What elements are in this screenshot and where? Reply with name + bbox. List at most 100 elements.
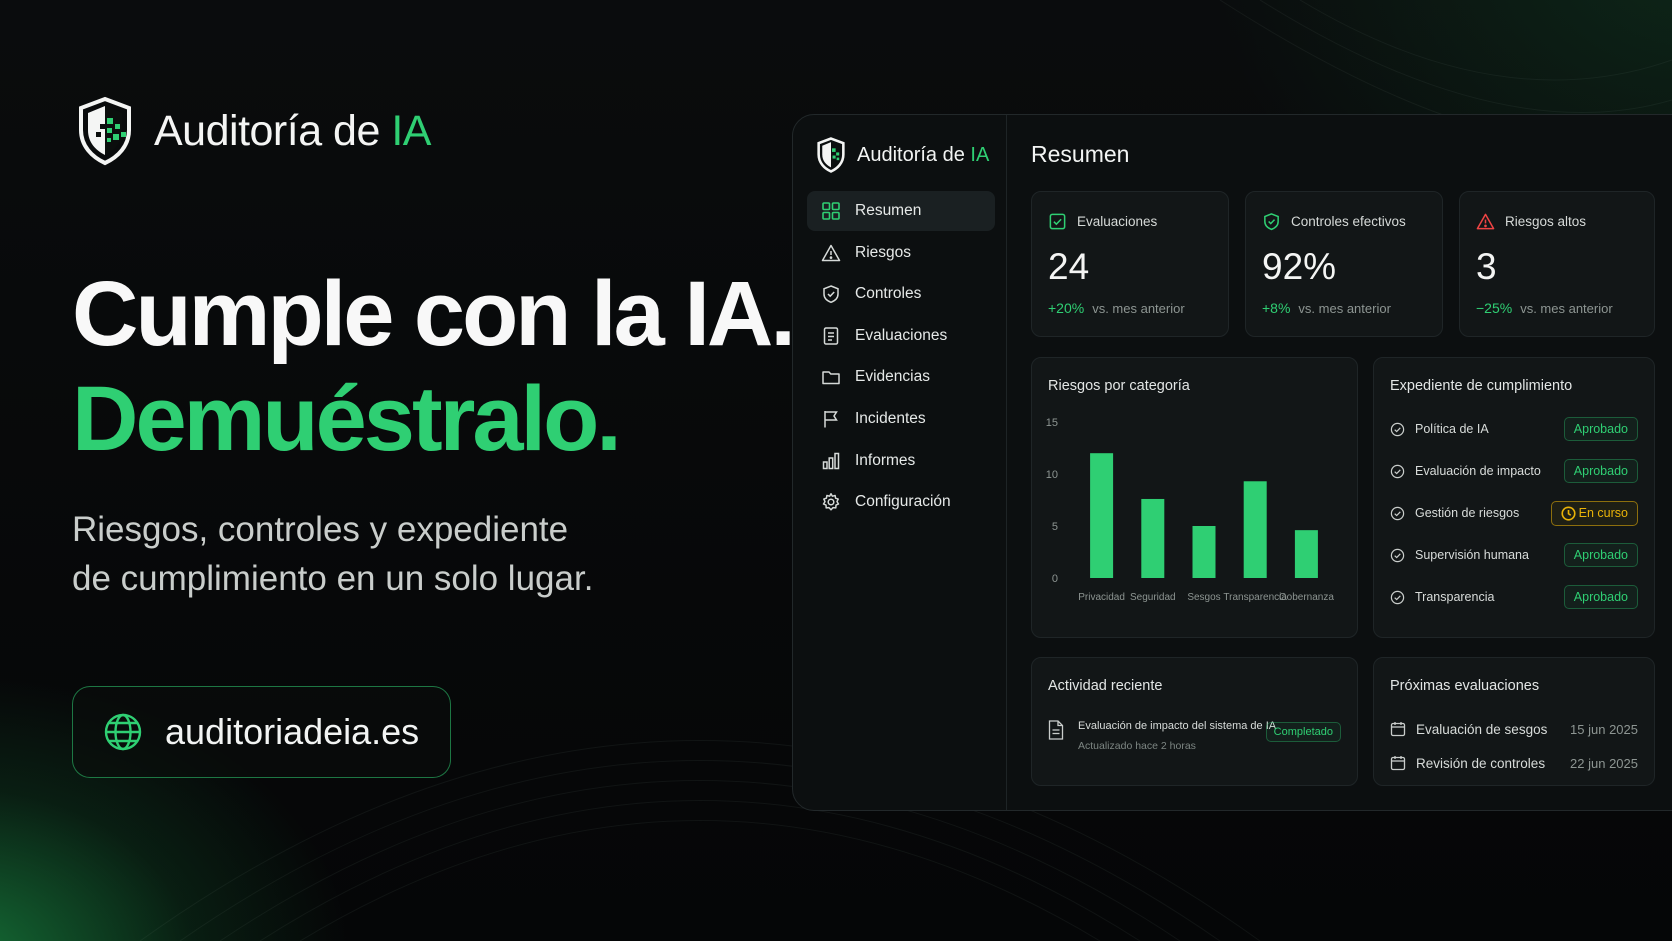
activity-card: Actividad reciente Evaluación de impacto… (1031, 657, 1358, 786)
sidebar-brand-name: Auditoría de IA (857, 143, 990, 166)
sidebar: Auditoría de IA Resumen Riesgos Controle… (793, 115, 1007, 810)
sidebar-item-controles[interactable]: Controles (807, 274, 995, 314)
sidebar-item-configuracion[interactable]: Configuración (807, 482, 995, 522)
chart-bar[interactable] (1090, 453, 1114, 578)
hero-logo: Auditoría de IA (78, 96, 431, 166)
expediente-item[interactable]: Gestión de riesgos En curso (1390, 500, 1638, 526)
x-tick-label: Privacidad (1078, 592, 1125, 603)
check-circle-icon (1390, 506, 1405, 520)
kpi-controles-efectivos[interactable]: Controles efectivos 92% +8% vs. mes anter… (1245, 191, 1443, 337)
expediente-item-label: Gestión de riesgos (1415, 506, 1520, 520)
shield-logo-icon (79, 96, 131, 166)
status-badge: Completado (1265, 722, 1341, 742)
activity-item-time: Actualizado hace 2 horas (1078, 740, 1196, 752)
upcoming-title: Próximas evaluaciones (1390, 678, 1540, 694)
activity-item[interactable]: Evaluación de impacto del sistema de IA … (1048, 720, 1341, 760)
sidebar-item-resumen[interactable]: Resumen (807, 191, 995, 231)
check-circle-icon (1390, 464, 1405, 478)
app-window: Auditoría de IA Resumen Riesgos Controle… (792, 114, 1672, 811)
expediente-item-label: Política de IA (1415, 422, 1489, 436)
chart-bar[interactable] (1243, 481, 1267, 578)
kpi-label: Riesgos altos (1505, 214, 1587, 229)
status-badge: Aprobado (1563, 417, 1638, 441)
sidebar-item-label: Riesgos (855, 243, 911, 261)
sidebar-item-evidencias[interactable]: Evidencias (807, 357, 995, 397)
checkbox-icon (1049, 213, 1066, 230)
risk-bar-chart: 0 5 10 15 Privacidad Seguridad Sesgos Transpare… (1046, 417, 1335, 603)
sidebar-item-label: Incidentes (855, 409, 926, 427)
y-tick-label: 15 (1046, 417, 1058, 429)
check-circle-icon (1390, 548, 1405, 562)
folder-icon (822, 371, 840, 385)
risk-chart-card: Riesgos por categoría 0 5 10 15 Privacidad Se… (1031, 357, 1358, 638)
kpi-delta: +20% vs. mes anterior (1048, 300, 1185, 316)
gear-icon (822, 493, 840, 511)
expediente-item[interactable]: Política de IA Aprobado (1390, 416, 1638, 442)
activity-title: Actividad reciente (1048, 678, 1163, 694)
upcoming-item[interactable]: Revisión de controles 22 jun 2025 (1390, 752, 1638, 774)
status-badge: Aprobado (1563, 543, 1638, 567)
status-badge: Aprobado (1563, 459, 1638, 483)
y-tick-label: 10 (1046, 469, 1058, 481)
sidebar-item-label: Resumen (855, 202, 922, 219)
website-link[interactable]: auditoriadeia.es (72, 686, 451, 778)
grid-icon (822, 202, 840, 220)
hero-title: Cumple con la IA. (72, 263, 796, 365)
x-tick-label: Sesgos (1187, 592, 1220, 603)
expediente-item-label: Supervisión humana (1415, 548, 1529, 562)
sidebar-item-label: Evidencias (855, 368, 930, 386)
expediente-item[interactable]: Supervisión humana Aprobado (1390, 542, 1638, 568)
sidebar-item-label: Configuración (855, 493, 951, 511)
expediente-item-label: Transparencia (1415, 590, 1495, 604)
calendar-icon (1390, 756, 1406, 771)
expediente-card: Expediente de cumplimiento Política de I… (1373, 357, 1655, 638)
activity-item-title: Evaluación de impacto del sistema de IA (1078, 720, 1277, 732)
sidebar-logo[interactable]: Auditoría de IA (817, 137, 989, 173)
sidebar-item-evaluaciones[interactable]: Evaluaciones (807, 316, 995, 356)
kpi-evaluaciones[interactable]: Evaluaciones 24 +20% vs. mes anterior (1031, 191, 1229, 337)
kpi-header: Riesgos altos (1476, 212, 1586, 231)
sidebar-item-label: Informes (855, 451, 916, 469)
check-circle-icon (1390, 422, 1405, 436)
sidebar-item-informes[interactable]: Informes (807, 441, 995, 481)
hero-title-accent: Demuéstralo. (72, 368, 622, 470)
upcoming-item-label: Revisión de controles (1416, 755, 1546, 771)
kpi-header: Evaluaciones (1048, 212, 1157, 231)
kpi-riesgos-altos[interactable]: Riesgos altos 3 −25% vs. mes anterior (1459, 191, 1655, 337)
chart-bar[interactable] (1141, 498, 1165, 578)
warning-icon (821, 244, 841, 261)
kpi-value: 92% (1262, 246, 1337, 287)
sidebar-item-label: Evaluaciones (855, 326, 948, 344)
upcoming-item-date: 22 jun 2025 (1570, 755, 1638, 771)
kpi-delta: +8% vs. mes anterior (1262, 300, 1391, 316)
status-badge: Aprobado (1563, 585, 1638, 609)
kpi-delta: −25% vs. mes anterior (1476, 300, 1613, 316)
shield-check-icon (823, 285, 839, 304)
kpi-value: 24 (1048, 246, 1090, 287)
sidebar-nav: Resumen Riesgos Controles Evaluaciones E… (807, 191, 995, 524)
flag-icon (824, 410, 838, 428)
kpi-value: 3 (1476, 246, 1497, 287)
document-icon (1048, 720, 1064, 740)
globe-icon (104, 713, 142, 751)
shield-check-icon (1264, 213, 1279, 231)
chart-bar[interactable] (1192, 526, 1216, 578)
chart-bar[interactable] (1294, 530, 1318, 578)
hero-subtitle: Riesgos, controles y expediente de cumpl… (72, 510, 594, 598)
kpi-label: Controles efectivos (1291, 214, 1406, 229)
hero-brand-name: Auditoría de IA (154, 106, 431, 155)
upcoming-card: Próximas evaluaciones Evaluación de sesg… (1373, 657, 1655, 786)
kpi-label: Evaluaciones (1077, 214, 1158, 229)
upcoming-item-date: 15 jun 2025 (1570, 721, 1638, 737)
expediente-item-label: Evaluación de impacto (1415, 464, 1541, 478)
upcoming-item[interactable]: Evaluación de sesgos 15 jun 2025 (1390, 718, 1638, 740)
document-icon (823, 327, 839, 345)
bar-chart-icon (822, 452, 840, 469)
y-tick-label: 5 (1052, 521, 1058, 533)
sidebar-item-riesgos[interactable]: Riesgos (807, 233, 995, 273)
shield-logo-icon (817, 137, 845, 173)
sidebar-item-incidentes[interactable]: Incidentes (807, 399, 995, 439)
expediente-item[interactable]: Evaluación de impacto Aprobado (1390, 458, 1638, 484)
check-circle-icon (1390, 590, 1405, 604)
expediente-item[interactable]: Transparencia Aprobado (1390, 584, 1638, 610)
